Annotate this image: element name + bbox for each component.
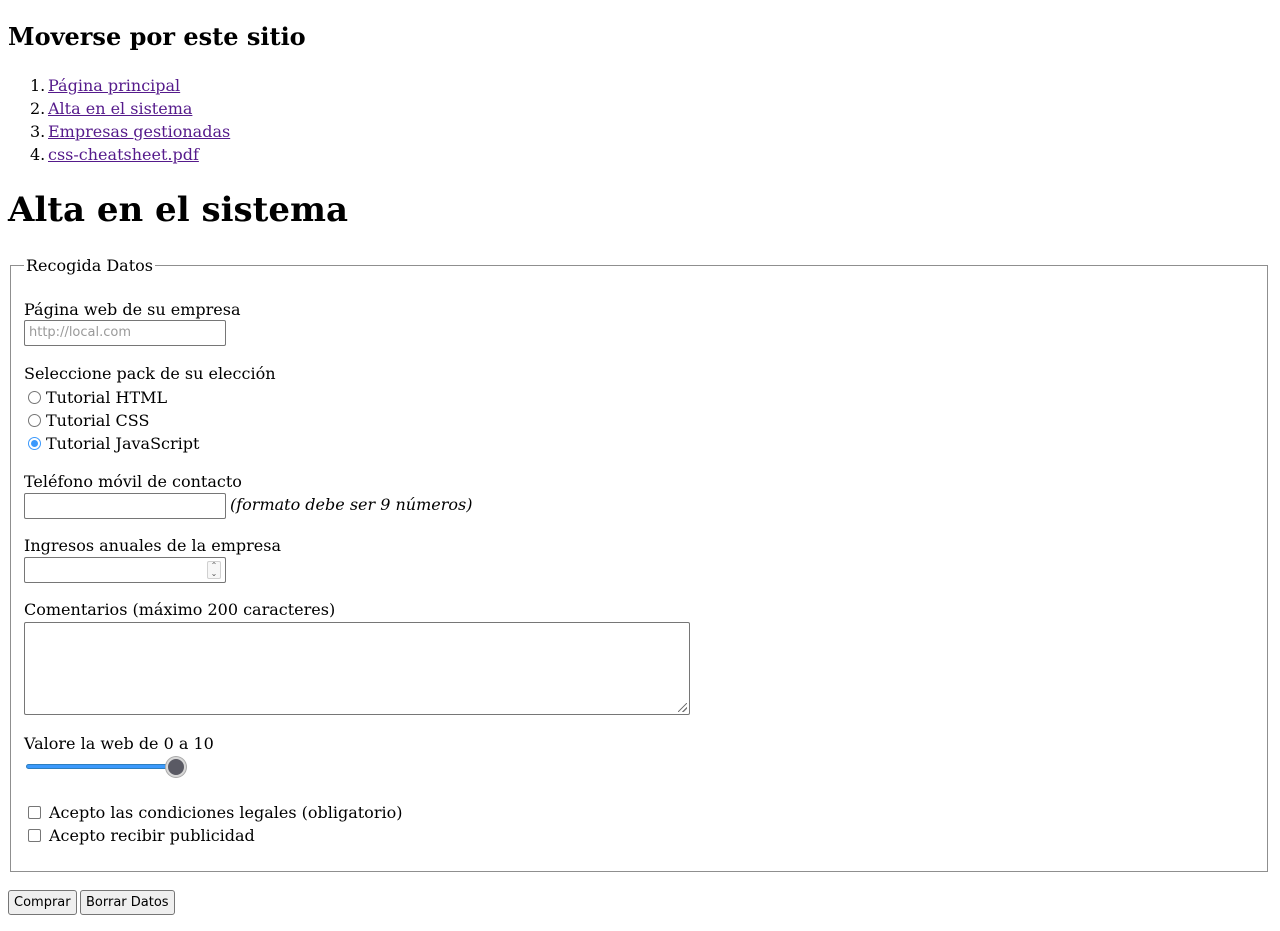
income-number-input[interactable]: ⌃ ⌄ bbox=[24, 557, 226, 583]
radio-label: Tutorial JavaScript bbox=[46, 434, 200, 453]
phone-label: Teléfono móvil de contacto bbox=[24, 472, 242, 491]
income-label: Ingresos anuales de la empresa bbox=[24, 536, 281, 555]
fieldset-legend: Recogida Datos bbox=[24, 256, 155, 276]
rating-slider-track[interactable] bbox=[26, 764, 178, 769]
number-spinner[interactable]: ⌃ ⌄ bbox=[207, 561, 221, 579]
site-nav-list: 1. Página principal 2. Alta en el sistem… bbox=[8, 74, 230, 166]
submit-button[interactable]: Comprar bbox=[8, 890, 77, 915]
checkbox[interactable] bbox=[28, 829, 41, 842]
nav-item-number: 1. bbox=[30, 76, 46, 95]
reset-button[interactable]: Borrar Datos bbox=[80, 890, 175, 915]
nav-item: 4. css-cheatsheet.pdf bbox=[30, 143, 230, 166]
rating-slider-thumb[interactable] bbox=[166, 757, 186, 777]
nav-link-companies[interactable]: Empresas gestionadas bbox=[48, 122, 230, 141]
page-title: Alta en el sistema bbox=[8, 190, 348, 230]
website-input[interactable]: http://local.com bbox=[24, 320, 226, 346]
nav-link-signup[interactable]: Alta en el sistema bbox=[48, 99, 192, 118]
nav-item-number: 2. bbox=[30, 99, 46, 118]
nav-heading: Moverse por este sitio bbox=[8, 22, 306, 51]
website-placeholder: http://local.com bbox=[29, 325, 132, 340]
radio-button[interactable] bbox=[28, 414, 41, 427]
radio-label: Tutorial CSS bbox=[46, 411, 150, 430]
spinner-down-icon[interactable]: ⌄ bbox=[208, 570, 220, 578]
pack-label: Seleccione pack de su elección bbox=[24, 364, 276, 383]
comments-label: Comentarios (máximo 200 caracteres) bbox=[24, 600, 336, 619]
checkbox[interactable] bbox=[28, 806, 41, 819]
resize-handle-icon[interactable] bbox=[678, 703, 687, 712]
website-label: Página web de su empresa bbox=[24, 300, 241, 319]
nav-item: 3. Empresas gestionadas bbox=[30, 120, 230, 143]
nav-item: 2. Alta en el sistema bbox=[30, 97, 230, 120]
nav-item: 1. Página principal bbox=[30, 74, 230, 97]
radio-label: Tutorial HTML bbox=[46, 388, 168, 407]
radio-button-selected[interactable] bbox=[28, 437, 41, 450]
comments-textarea[interactable] bbox=[24, 622, 690, 715]
checkbox-label: Acepto las condiciones legales (obligato… bbox=[49, 803, 403, 822]
nav-link-home[interactable]: Página principal bbox=[48, 76, 180, 95]
radio-button[interactable] bbox=[28, 391, 41, 404]
nav-link-cheatsheet-pdf[interactable]: css-cheatsheet.pdf bbox=[48, 145, 199, 164]
phone-format-hint: (formato debe ser 9 números) bbox=[230, 495, 473, 514]
phone-input[interactable] bbox=[24, 493, 226, 519]
checkbox-label: Acepto recibir publicidad bbox=[49, 826, 255, 845]
nav-item-number: 3. bbox=[30, 122, 46, 141]
rating-label: Valore la web de 0 a 10 bbox=[24, 734, 214, 753]
nav-item-number: 4. bbox=[30, 145, 46, 164]
